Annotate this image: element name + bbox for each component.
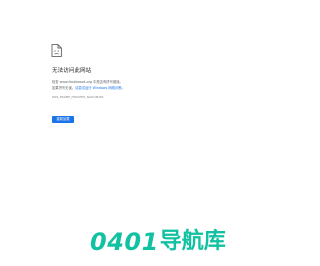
description-line-2: 如果拼写无误，请尝试运行 Windows 网络诊断。 <box>52 86 125 92</box>
document-error-icon <box>51 44 62 57</box>
page-title: 无法访问此网站 <box>52 68 92 74</box>
site-watermark-logo: 0401 导航库 <box>90 229 226 255</box>
watermark-text: 导航库 <box>159 229 226 254</box>
browser-error-page: 无法访问此网站 检查 www.faceboook.org 中是否有拼写错误。 如… <box>0 0 269 266</box>
description-prefix: 检查 <box>52 80 60 84</box>
description-line2-prefix: 如果拼写无误， <box>52 85 76 90</box>
description-line2-suffix: 。 <box>121 85 125 90</box>
host-name: www.faceboook.org <box>59 80 93 84</box>
watermark-digits: 0401 <box>90 228 159 256</box>
description-middle: 中是否有拼写错误。 <box>92 80 123 84</box>
reload-button[interactable]: 重新加载 <box>52 116 74 123</box>
error-code: DNS_PROBE_FINISHED_NXDOMAIN <box>52 95 104 99</box>
network-diagnostics-link[interactable]: 请尝试运行 Windows 网络诊断 <box>75 86 122 90</box>
error-description: 检查 www.faceboook.org 中是否有拼写错误。 如果拼写无误，请尝… <box>52 80 125 91</box>
